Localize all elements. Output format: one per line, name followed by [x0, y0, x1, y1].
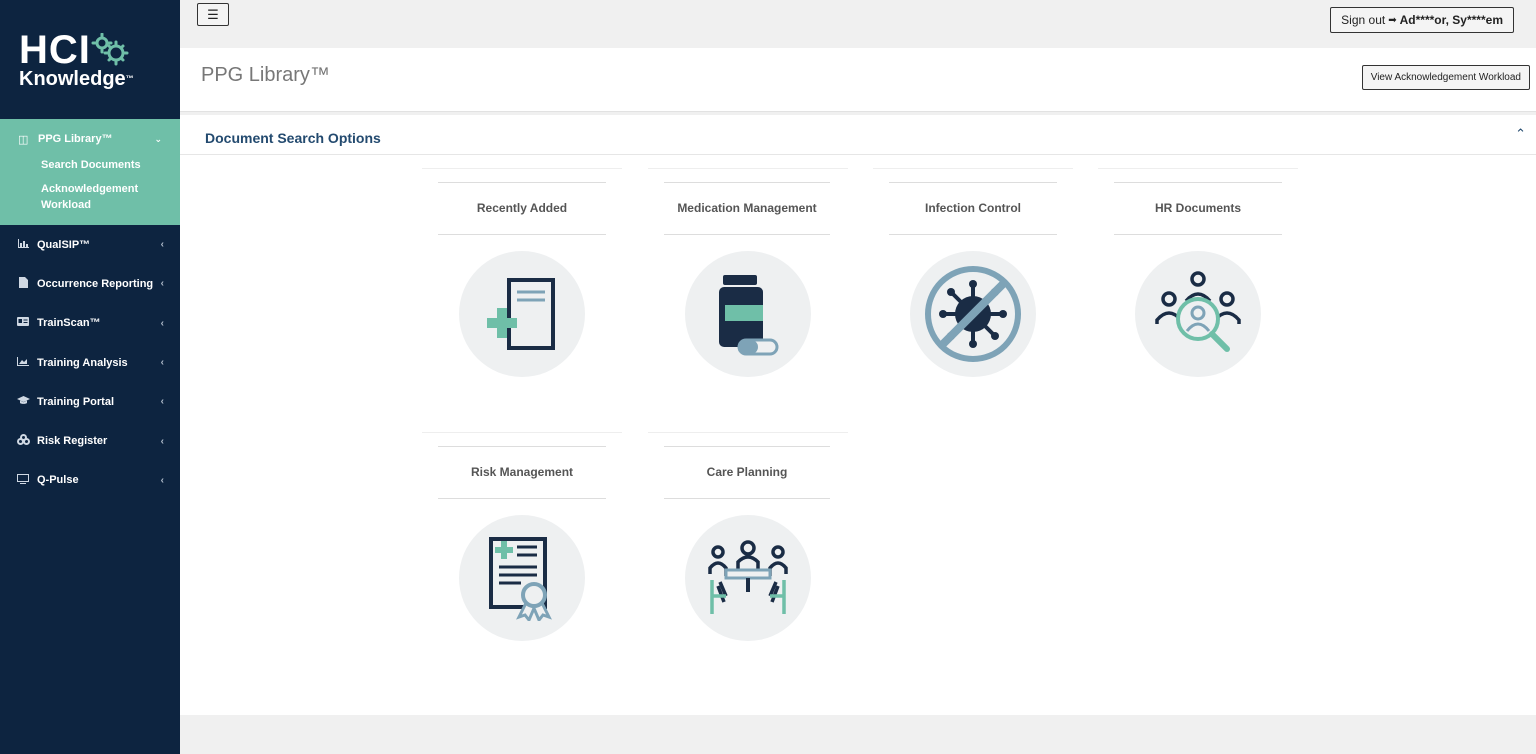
sidebar-item-label: Training Portal	[37, 395, 115, 408]
sidebar-item-label: QualSIP™	[37, 238, 91, 251]
chevron-left-icon: ‹	[160, 317, 164, 329]
top-bar: ☰ Sign out ➡ Ad****or, Sy****em	[180, 0, 1536, 48]
category-card-recently-added[interactable]: Recently Added	[422, 168, 622, 418]
card-title: Medication Management	[664, 182, 830, 235]
category-card-medication-management[interactable]: Medication Management	[648, 168, 848, 418]
card-icon-circle	[459, 251, 585, 377]
sign-out-icon: ➡	[1388, 14, 1397, 26]
sign-out-label: Sign out	[1341, 13, 1386, 27]
hamburger-menu-button[interactable]: ☰	[197, 3, 229, 26]
section-title: Document Search Options	[205, 130, 381, 146]
card-icon-circle	[1135, 251, 1261, 377]
card-divider	[422, 432, 622, 433]
monitor-icon	[16, 473, 30, 487]
people-search-icon	[1155, 271, 1241, 352]
category-card-risk-management[interactable]: Risk Management	[422, 432, 622, 682]
chevron-left-icon: ‹	[160, 474, 164, 486]
card-divider	[648, 168, 848, 169]
gears-icon	[91, 32, 129, 65]
card-title: Infection Control	[889, 182, 1057, 235]
sidebar-item-label: Q-Pulse	[37, 474, 79, 487]
card-divider	[648, 432, 848, 433]
hci-knowledge-logo[interactable]: HCI Knowledge™	[0, 0, 180, 119]
page-footer	[180, 715, 1536, 754]
sidebar-item-qualsip[interactable]: QualSIP™ ‹	[0, 225, 180, 264]
library-icon: ◫	[18, 133, 29, 146]
card-title: Care Planning	[664, 446, 830, 499]
sidebar-subitem-acknowledgement-workload[interactable]: Acknowledgement Workload	[0, 181, 180, 213]
user-name: Ad****or, Sy****em	[1399, 13, 1503, 27]
category-card-hr-documents[interactable]: HR Documents	[1098, 168, 1298, 418]
sidebar-item-training-analysis[interactable]: Training Analysis ‹	[0, 343, 180, 382]
card-title: Recently Added	[438, 182, 606, 235]
chevron-left-icon: ‹	[160, 357, 164, 369]
sidebar-subitem-search-documents[interactable]: Search Documents	[0, 157, 180, 173]
card-divider	[873, 168, 1073, 169]
sign-out-button[interactable]: Sign out ➡ Ad****or, Sy****em	[1330, 7, 1514, 33]
bar-chart-icon	[16, 238, 30, 251]
sidebar-item-label: Risk Register	[37, 435, 108, 448]
certificate-icon	[489, 537, 552, 621]
sidebar-item-ppg-library[interactable]: ◫ PPG Library™ ⌄ Search Documents Acknow…	[0, 119, 180, 225]
hamburger-icon: ☰	[207, 6, 219, 22]
chevron-left-icon: ‹	[160, 278, 164, 290]
logo-knowledge-text: Knowledge	[19, 67, 126, 90]
medicine-bottle-icon	[719, 275, 779, 356]
area-chart-icon	[16, 356, 30, 369]
view-acknowledgement-workload-button[interactable]: View Acknowledgement Workload	[1361, 65, 1530, 90]
card-icon-circle	[685, 251, 811, 377]
chevron-left-icon: ‹	[160, 396, 164, 408]
card-divider	[1098, 168, 1298, 169]
sidebar-item-label: Occurrence Reporting	[37, 277, 154, 290]
sidebar-item-training-portal[interactable]: Training Portal ‹	[0, 382, 180, 421]
logo-trademark: ™	[125, 73, 134, 83]
chevron-down-icon: ⌄	[154, 133, 162, 144]
card-title: Risk Management	[438, 446, 606, 499]
card-icon-circle	[685, 515, 811, 641]
sidebar-item-label: TrainScan™	[37, 317, 101, 330]
page-header: PPG Library™ View Acknowledgement Worklo…	[180, 48, 1536, 112]
document-plus-icon	[487, 278, 555, 350]
card-icon-circle	[459, 515, 585, 641]
sidebar-item-occurrence-reporting[interactable]: Occurrence Reporting ‹	[0, 264, 180, 303]
no-virus-icon	[925, 266, 1021, 362]
sidebar-item-trainscan[interactable]: TrainScan™ ‹	[0, 304, 180, 343]
card-icon-circle	[910, 251, 1036, 377]
collapse-chevron-up-icon[interactable]: ⌃	[1515, 126, 1526, 142]
card-title: HR Documents	[1114, 182, 1282, 235]
section-header: Document Search Options ⌃	[180, 115, 1536, 155]
id-card-icon	[16, 317, 30, 329]
category-card-infection-control[interactable]: Infection Control	[873, 168, 1073, 418]
sidebar: HCI Knowledge™ ◫ PPG Library™ ⌄ Search D…	[0, 0, 180, 754]
meeting-table-icon	[708, 540, 788, 614]
sidebar-item-risk-register[interactable]: Risk Register ‹	[0, 421, 180, 460]
logo-hci-text: HCI	[19, 27, 91, 72]
page-title: PPG Library™	[201, 64, 330, 86]
document-search-panel: Document Search Options ⌃ Recently Added…	[180, 115, 1536, 715]
sidebar-item-label: PPG Library™	[38, 133, 113, 145]
chevron-left-icon: ‹	[160, 435, 164, 447]
chevron-left-icon: ‹	[160, 239, 164, 251]
graduation-cap-icon	[16, 395, 30, 408]
card-divider	[422, 168, 622, 169]
sidebar-item-label: Training Analysis	[37, 356, 128, 369]
file-icon	[16, 276, 30, 291]
sidebar-item-q-pulse[interactable]: Q-Pulse ‹	[0, 461, 180, 500]
biohazard-icon	[16, 434, 30, 448]
category-card-care-planning[interactable]: Care Planning	[648, 432, 848, 682]
